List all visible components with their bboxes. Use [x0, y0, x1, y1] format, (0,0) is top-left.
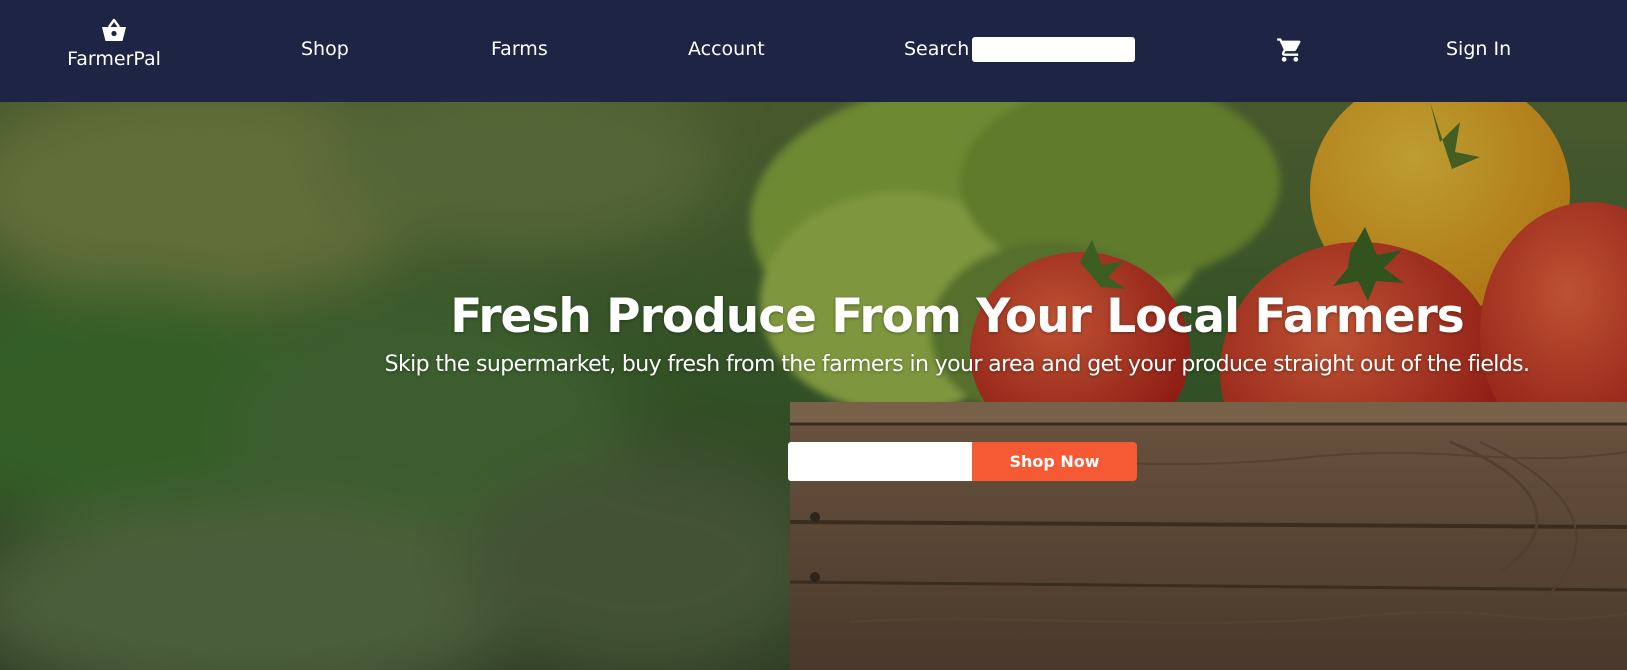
shop-form: Shop Now — [788, 442, 1137, 481]
location-input[interactable] — [788, 442, 972, 481]
nav-link-account[interactable]: Account — [688, 38, 765, 60]
hero-subtitle: Skip the supermarket, buy fresh from the… — [384, 352, 1530, 377]
brand-name: FarmerPal — [67, 48, 161, 70]
top-navbar: FarmerPal Shop Farms Account Search Sign… — [0, 0, 1627, 102]
hero-title: Fresh Produce From Your Local Farmers — [450, 289, 1465, 344]
nav-link-shop[interactable]: Shop — [301, 38, 349, 60]
basket-icon — [102, 18, 126, 41]
shopping-cart-icon[interactable] — [1276, 36, 1304, 64]
nav-link-farms[interactable]: Farms — [491, 38, 548, 60]
search-input[interactable] — [972, 37, 1135, 62]
hero-section: Fresh Produce From Your Local Farmers Sk… — [0, 102, 1627, 670]
shop-now-button[interactable]: Shop Now — [972, 442, 1137, 481]
brand-logo[interactable]: FarmerPal — [62, 17, 166, 70]
hero-overlay — [0, 102, 1627, 670]
search-label: Search — [904, 38, 970, 60]
sign-in-link[interactable]: Sign In — [1446, 38, 1511, 60]
